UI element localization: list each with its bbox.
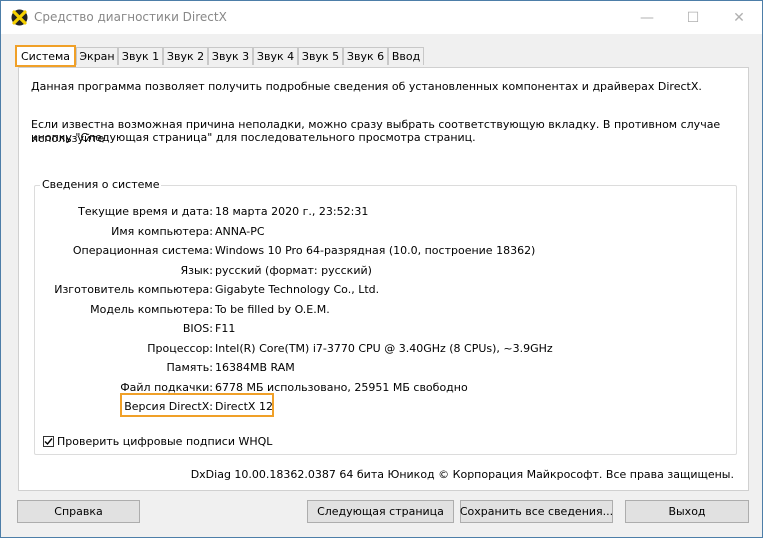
info-label: Текущие время и дата: xyxy=(78,205,213,218)
help-button[interactable]: Справка xyxy=(17,500,140,523)
info-value: Gigabyte Technology Co., Ltd. xyxy=(215,283,380,296)
whql-checkbox[interactable] xyxy=(43,435,54,447)
tab-sound-6[interactable]: Звук 6 xyxy=(343,47,388,65)
info-value: ANNA-PC xyxy=(215,224,265,238)
info-value: 18 марта 2020 г., 23:52:31 xyxy=(215,205,369,218)
tab-system[interactable]: Система xyxy=(15,45,76,67)
info-label: BIOS: xyxy=(182,322,213,335)
info-label: Операционная система: xyxy=(72,244,213,257)
info-row-computer-name: Имя компьютера: ANNA-PC xyxy=(35,225,735,241)
system-tab-panel: Данная программа позволяет получить подр… xyxy=(18,67,749,491)
info-row-manufacturer: Изготовитель компьютера: Gigabyte Techno… xyxy=(35,283,735,299)
whql-checkbox-label: Проверить цифровые подписи WHQL xyxy=(57,434,273,448)
info-label: Память: xyxy=(166,361,213,374)
info-label: Имя компьютера: xyxy=(111,224,213,238)
tab-sound-4[interactable]: Звук 4 xyxy=(253,47,298,65)
info-value: F11 xyxy=(215,322,236,335)
info-value: Intel(R) Core(TM) i7-3770 CPU @ 3.40GHz … xyxy=(215,341,553,355)
info-row-processor: Процессор: Intel(R) Core(TM) i7-3770 CPU… xyxy=(35,342,735,358)
info-row-memory: Память: 16384MB RAM xyxy=(35,361,735,377)
info-row-model: Модель компьютера: To be filled by O.E.M… xyxy=(35,303,735,319)
info-value: 6778 МБ использовано, 25951 МБ свободно xyxy=(215,380,468,394)
exit-button[interactable]: Выход xyxy=(625,500,749,523)
minimize-button[interactable]: — xyxy=(624,1,670,34)
info-label: Модель компьютера: xyxy=(90,302,213,316)
save-all-info-button[interactable]: Сохранить все сведения... xyxy=(460,500,613,523)
info-value: русский (формат: русский) xyxy=(215,263,372,277)
version-copyright-text: DxDiag 10.00.18362.0387 64 бита Юникод ©… xyxy=(190,468,734,481)
info-value: To be filled by O.E.M. xyxy=(215,302,330,316)
title-bar[interactable]: Средство диагностики DirectX — ☐ ✕ xyxy=(1,1,762,34)
directx-version-highlight xyxy=(120,393,274,417)
tab-sound-1[interactable]: Звук 1 xyxy=(118,47,163,65)
intro-hint-line2: кнопку "Следующая страница" для последов… xyxy=(31,131,476,144)
dxdiag-window: Средство диагностики DirectX — ☐ ✕ Систе… xyxy=(0,0,763,538)
system-info-title: Сведения о системе xyxy=(40,178,162,191)
info-value: 16384MB RAM xyxy=(215,361,295,374)
tab-display[interactable]: Экран xyxy=(76,47,118,65)
info-label: Процессор: xyxy=(147,341,213,355)
info-label: Изготовитель компьютера: xyxy=(54,283,213,296)
info-row-language: Язык: русский (формат: русский) xyxy=(35,264,735,280)
info-label: Язык: xyxy=(180,263,213,277)
tab-sound-2[interactable]: Звук 2 xyxy=(163,47,208,65)
tab-sound-5[interactable]: Звук 5 xyxy=(298,47,343,65)
intro-text: Данная программа позволяет получить подр… xyxy=(31,80,702,93)
next-page-button[interactable]: Следующая страница xyxy=(307,500,454,523)
info-row-datetime: Текущие время и дата: 18 марта 2020 г., … xyxy=(35,205,735,221)
tab-sound-3[interactable]: Звук 3 xyxy=(208,47,253,65)
directx-app-icon xyxy=(11,9,28,26)
info-row-os: Операционная система: Windows 10 Pro 64-… xyxy=(35,244,735,260)
close-button[interactable]: ✕ xyxy=(716,1,762,34)
info-row-bios: BIOS: F11 xyxy=(35,322,735,338)
whql-checkbox-row[interactable]: Проверить цифровые подписи WHQL xyxy=(43,434,272,448)
tab-input[interactable]: Ввод xyxy=(388,47,424,65)
window-title: Средство диагностики DirectX xyxy=(34,10,227,24)
maximize-button[interactable]: ☐ xyxy=(670,1,716,34)
checkmark-icon xyxy=(44,437,53,445)
info-label: Файл подкачки: xyxy=(120,380,213,394)
info-value: Windows 10 Pro 64-разрядная (10.0, постр… xyxy=(215,244,536,257)
